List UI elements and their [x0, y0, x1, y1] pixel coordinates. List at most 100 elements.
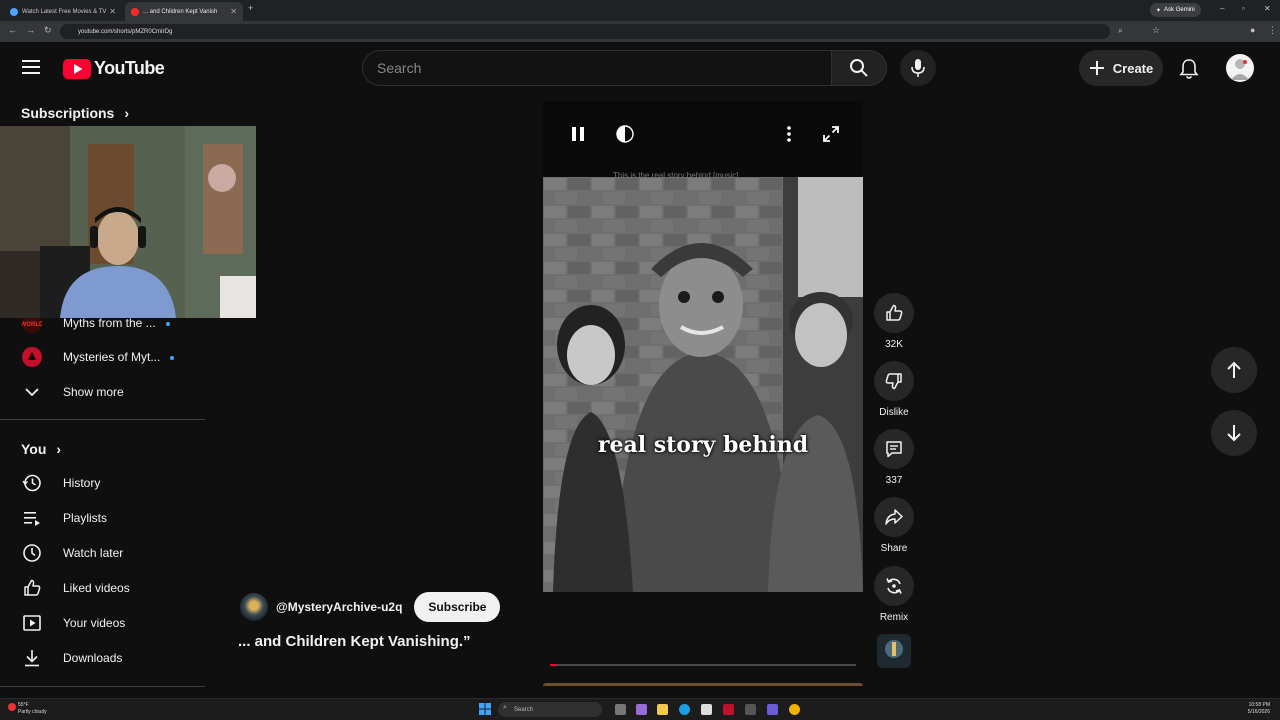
system-clock[interactable]: 10:58 PM 5/16/2026: [1248, 702, 1270, 716]
pause-button[interactable]: [560, 116, 596, 152]
more-options-button[interactable]: [771, 116, 807, 152]
sidebar-item-downloads[interactable]: Downloads: [0, 641, 205, 675]
channel-avatar: [22, 347, 42, 367]
subscriptions-title: Subscriptions: [21, 105, 115, 121]
profile-icon[interactable]: ●: [1250, 25, 1255, 35]
video-title[interactable]: ... and Children Kept Vanishing.”: [238, 633, 471, 650]
remix-button[interactable]: Remix: [874, 566, 914, 623]
task-view-icon[interactable]: [615, 704, 626, 715]
create-button[interactable]: Create: [1079, 50, 1163, 86]
sidebar-item-watch-later[interactable]: Watch later: [0, 536, 205, 570]
url-field[interactable]: youtube.com/shorts/pMZR0CmIrDg: [60, 24, 1110, 39]
zoom-icon[interactable]: ⌕: [1118, 25, 1123, 36]
channel-row: @MysteryArchive-u2q Subscribe: [240, 592, 501, 622]
account-avatar[interactable]: [1226, 54, 1254, 82]
subscription-label: Mysteries of Myt...: [63, 350, 161, 364]
arrow-down-icon: [1227, 425, 1241, 442]
search-button[interactable]: [831, 50, 887, 86]
next-short-preview[interactable]: [543, 683, 863, 686]
sidebar-item-your-videos[interactable]: Your videos: [0, 606, 205, 640]
browser-tab-bar: Watch Latest Free Movies & TV ✕ ... and …: [0, 0, 1280, 21]
like-count: 32K: [885, 339, 903, 350]
youtube-logo[interactable]: YouTube: [63, 58, 165, 79]
reload-icon[interactable]: ↻: [44, 25, 52, 36]
minimize-icon[interactable]: –: [1220, 4, 1224, 13]
sidebar-item-label: Watch later: [63, 546, 124, 560]
like-button[interactable]: 32K: [874, 293, 914, 350]
audio-track-thumbnail[interactable]: [877, 634, 911, 668]
share-button[interactable]: Share: [874, 497, 914, 554]
settings-icon[interactable]: [745, 704, 756, 715]
search-input[interactable]: Search: [362, 50, 831, 86]
chrome-icon[interactable]: [789, 704, 800, 715]
previous-short-button[interactable]: [1211, 347, 1257, 393]
expand-icon: [823, 126, 839, 142]
weather-widget[interactable]: 55°F Partly cloudy: [8, 702, 47, 716]
store-icon[interactable]: [701, 704, 712, 715]
back-icon[interactable]: ←: [8, 25, 17, 35]
windows-start-icon[interactable]: [479, 703, 491, 715]
app-icon[interactable]: [723, 704, 734, 715]
sidebar-subscription-item[interactable]: Mysteries of Myt...: [0, 340, 205, 374]
sidebar-item-label: Downloads: [63, 651, 123, 665]
volume-button[interactable]: [607, 116, 643, 152]
close-window-icon[interactable]: ✕: [1264, 4, 1271, 13]
new-tab-icon[interactable]: +: [248, 3, 253, 13]
taskbar-search-label: Search: [514, 706, 534, 713]
weather-description: Partly cloudy: [18, 709, 47, 715]
browser-menu-icon[interactable]: ⋮: [1268, 25, 1277, 36]
thumbs-up-icon: [886, 304, 903, 321]
subscribe-label: Subscribe: [428, 600, 487, 614]
ask-gemini-label: Ask Gemini: [1164, 7, 1195, 13]
subscriptions-header[interactable]: Subscriptions ›: [21, 105, 129, 121]
tab-favicon: [10, 7, 18, 16]
windows-taskbar: 55°F Partly cloudy ⌕ Search 10:58 PM 5/1…: [0, 698, 1280, 720]
progress-fill: [550, 664, 557, 666]
channel-handle[interactable]: @MysteryArchive-u2q: [276, 600, 402, 614]
guide-menu-icon[interactable]: [22, 60, 40, 74]
you-section-header[interactable]: You ›: [21, 441, 61, 457]
pause-icon: [572, 127, 584, 141]
sidebar-item-history[interactable]: History: [0, 466, 205, 500]
voice-search-button[interactable]: [900, 50, 936, 86]
comments-button[interactable]: 337: [874, 429, 914, 486]
sidebar-item-label: Your videos: [63, 616, 126, 630]
sidebar-item-playlists[interactable]: Playlists: [0, 501, 205, 535]
clock-time: 10:58 PM: [1248, 702, 1270, 708]
channel-avatar[interactable]: [240, 593, 268, 621]
video-frame[interactable]: real story behind: [543, 177, 863, 592]
more-vertical-icon: [787, 126, 791, 142]
clock-date: 5/16/2026: [1247, 709, 1270, 715]
fullscreen-button[interactable]: [813, 116, 849, 152]
app-icon[interactable]: [767, 704, 778, 715]
browser-tab[interactable]: Watch Latest Free Movies & TV ✕: [4, 2, 122, 21]
close-tab-icon[interactable]: ✕: [230, 7, 237, 16]
maximize-icon[interactable]: ▫: [1242, 4, 1245, 13]
weather-temperature: 55°F: [18, 702, 29, 708]
notifications-bell-icon[interactable]: [1179, 58, 1199, 80]
sidebar-item-liked-videos[interactable]: Liked videos: [0, 571, 205, 605]
dislike-label: Dislike: [879, 407, 909, 418]
ask-gemini-button[interactable]: ✦ Ask Gemini: [1150, 3, 1201, 17]
copilot-icon[interactable]: [636, 704, 647, 715]
weather-icon: [8, 703, 16, 711]
browser-tab-active[interactable]: ... and Children Kept Vanish ✕: [125, 2, 243, 21]
taskbar-search[interactable]: ⌕ Search: [498, 702, 602, 717]
video-overlay-text: real story behind: [597, 432, 809, 458]
watch-later-icon: [22, 543, 42, 563]
next-short-button[interactable]: [1211, 410, 1257, 456]
comment-icon: [886, 441, 902, 458]
close-tab-icon[interactable]: ✕: [109, 7, 116, 16]
edge-icon[interactable]: [679, 704, 690, 715]
chevron-right-icon: ›: [124, 105, 130, 121]
video-progress-bar[interactable]: [550, 664, 856, 666]
download-icon: [22, 648, 42, 668]
dislike-button[interactable]: Dislike: [874, 361, 914, 418]
file-explorer-icon[interactable]: [657, 704, 668, 715]
bookmark-star-icon[interactable]: ☆: [1152, 25, 1160, 36]
forward-icon[interactable]: →: [26, 25, 35, 35]
new-content-dot: [165, 321, 170, 326]
subscribe-button[interactable]: Subscribe: [414, 592, 501, 622]
show-more-button[interactable]: Show more: [0, 375, 205, 409]
arrow-up-icon: [1227, 361, 1241, 378]
